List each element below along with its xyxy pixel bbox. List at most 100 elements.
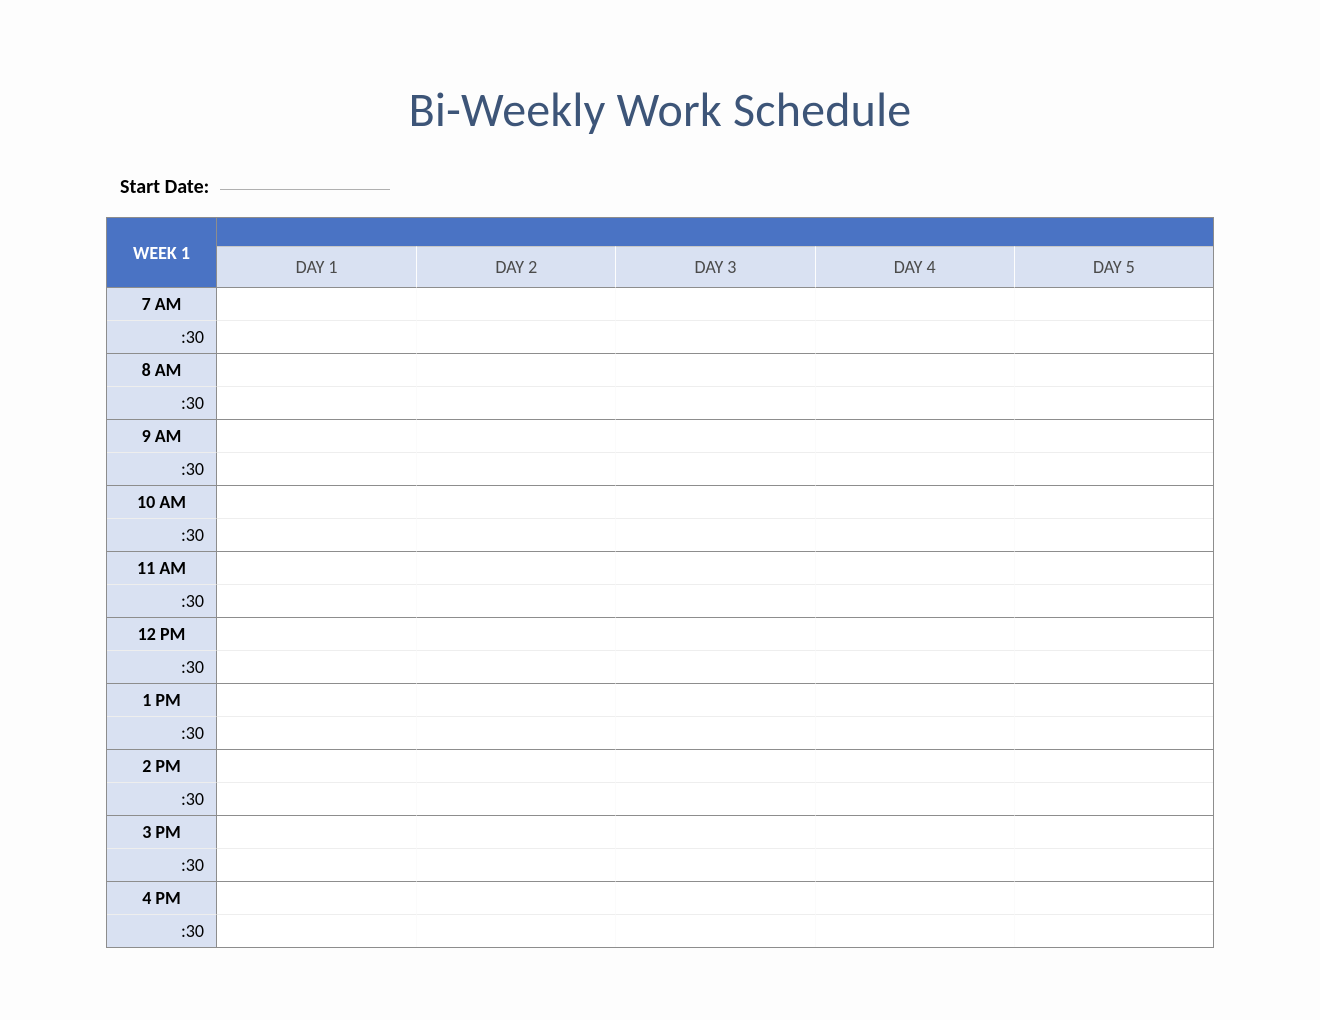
schedule-slot[interactable] xyxy=(217,782,416,815)
schedule-slot[interactable] xyxy=(1014,551,1213,584)
schedule-slot[interactable] xyxy=(217,683,416,716)
schedule-slot[interactable] xyxy=(416,716,615,749)
schedule-slot[interactable] xyxy=(416,518,615,551)
schedule-slot[interactable] xyxy=(416,749,615,782)
schedule-slot[interactable] xyxy=(217,485,416,518)
schedule-slot[interactable] xyxy=(1014,518,1213,551)
schedule-slot[interactable] xyxy=(615,584,814,617)
schedule-slot[interactable] xyxy=(615,287,814,320)
schedule-slot[interactable] xyxy=(217,452,416,485)
schedule-slot[interactable] xyxy=(416,419,615,452)
schedule-slot[interactable] xyxy=(815,848,1014,881)
schedule-slot[interactable] xyxy=(815,320,1014,353)
schedule-slot[interactable] xyxy=(1014,815,1213,848)
schedule-slot[interactable] xyxy=(217,815,416,848)
schedule-slot[interactable] xyxy=(217,518,416,551)
schedule-slot[interactable] xyxy=(416,650,615,683)
schedule-slot[interactable] xyxy=(615,749,814,782)
schedule-slot[interactable] xyxy=(815,584,1014,617)
schedule-slot[interactable] xyxy=(416,584,615,617)
schedule-slot[interactable] xyxy=(416,782,615,815)
schedule-slot[interactable] xyxy=(416,287,615,320)
schedule-slot[interactable] xyxy=(815,881,1014,914)
schedule-slot[interactable] xyxy=(1014,782,1213,815)
schedule-slot[interactable] xyxy=(217,716,416,749)
schedule-slot[interactable] xyxy=(615,452,814,485)
schedule-slot[interactable] xyxy=(615,386,814,419)
schedule-slot[interactable] xyxy=(815,452,1014,485)
schedule-slot[interactable] xyxy=(1014,584,1213,617)
schedule-slot[interactable] xyxy=(217,914,416,947)
schedule-slot[interactable] xyxy=(1014,749,1213,782)
schedule-slot[interactable] xyxy=(1014,650,1213,683)
schedule-slot[interactable] xyxy=(416,617,615,650)
schedule-slot[interactable] xyxy=(615,848,814,881)
schedule-slot[interactable] xyxy=(416,485,615,518)
schedule-slot[interactable] xyxy=(416,914,615,947)
schedule-slot[interactable] xyxy=(615,716,814,749)
schedule-slot[interactable] xyxy=(815,287,1014,320)
schedule-slot[interactable] xyxy=(416,881,615,914)
schedule-slot[interactable] xyxy=(416,551,615,584)
schedule-slot[interactable] xyxy=(1014,683,1213,716)
schedule-slot[interactable] xyxy=(217,848,416,881)
schedule-slot[interactable] xyxy=(815,551,1014,584)
schedule-slot[interactable] xyxy=(217,551,416,584)
schedule-slot[interactable] xyxy=(416,848,615,881)
schedule-slot[interactable] xyxy=(416,452,615,485)
schedule-slot[interactable] xyxy=(1014,914,1213,947)
schedule-slot[interactable] xyxy=(217,650,416,683)
schedule-slot[interactable] xyxy=(416,320,615,353)
schedule-slot[interactable] xyxy=(217,881,416,914)
schedule-slot[interactable] xyxy=(815,386,1014,419)
schedule-slot[interactable] xyxy=(217,320,416,353)
schedule-slot[interactable] xyxy=(615,485,814,518)
schedule-slot[interactable] xyxy=(815,419,1014,452)
schedule-slot[interactable] xyxy=(217,419,416,452)
schedule-slot[interactable] xyxy=(615,683,814,716)
schedule-slot[interactable] xyxy=(615,353,814,386)
schedule-slot[interactable] xyxy=(815,518,1014,551)
schedule-slot[interactable] xyxy=(815,650,1014,683)
schedule-slot[interactable] xyxy=(1014,353,1213,386)
schedule-slot[interactable] xyxy=(815,782,1014,815)
schedule-slot[interactable] xyxy=(615,419,814,452)
schedule-slot[interactable] xyxy=(416,815,615,848)
schedule-slot[interactable] xyxy=(1014,485,1213,518)
schedule-slot[interactable] xyxy=(217,584,416,617)
schedule-slot[interactable] xyxy=(815,716,1014,749)
schedule-slot[interactable] xyxy=(815,749,1014,782)
schedule-slot[interactable] xyxy=(815,683,1014,716)
schedule-slot[interactable] xyxy=(217,353,416,386)
schedule-slot[interactable] xyxy=(1014,419,1213,452)
schedule-slot[interactable] xyxy=(217,749,416,782)
schedule-slot[interactable] xyxy=(416,386,615,419)
schedule-slot[interactable] xyxy=(615,782,814,815)
schedule-slot[interactable] xyxy=(815,815,1014,848)
schedule-slot[interactable] xyxy=(1014,881,1213,914)
schedule-slot[interactable] xyxy=(1014,716,1213,749)
schedule-slot[interactable] xyxy=(615,551,814,584)
schedule-slot[interactable] xyxy=(615,320,814,353)
schedule-slot[interactable] xyxy=(1014,287,1213,320)
schedule-slot[interactable] xyxy=(615,815,814,848)
schedule-slot[interactable] xyxy=(217,617,416,650)
schedule-slot[interactable] xyxy=(1014,386,1213,419)
schedule-slot[interactable] xyxy=(815,914,1014,947)
schedule-slot[interactable] xyxy=(416,683,615,716)
schedule-slot[interactable] xyxy=(1014,848,1213,881)
schedule-slot[interactable] xyxy=(615,650,814,683)
schedule-slot[interactable] xyxy=(1014,452,1213,485)
schedule-slot[interactable] xyxy=(615,881,814,914)
schedule-slot[interactable] xyxy=(615,617,814,650)
schedule-slot[interactable] xyxy=(815,353,1014,386)
schedule-slot[interactable] xyxy=(1014,617,1213,650)
schedule-slot[interactable] xyxy=(217,386,416,419)
schedule-slot[interactable] xyxy=(1014,320,1213,353)
schedule-slot[interactable] xyxy=(815,617,1014,650)
schedule-slot[interactable] xyxy=(416,353,615,386)
schedule-slot[interactable] xyxy=(217,287,416,320)
schedule-slot[interactable] xyxy=(615,914,814,947)
schedule-slot[interactable] xyxy=(815,485,1014,518)
start-date-input-line[interactable] xyxy=(220,188,390,190)
